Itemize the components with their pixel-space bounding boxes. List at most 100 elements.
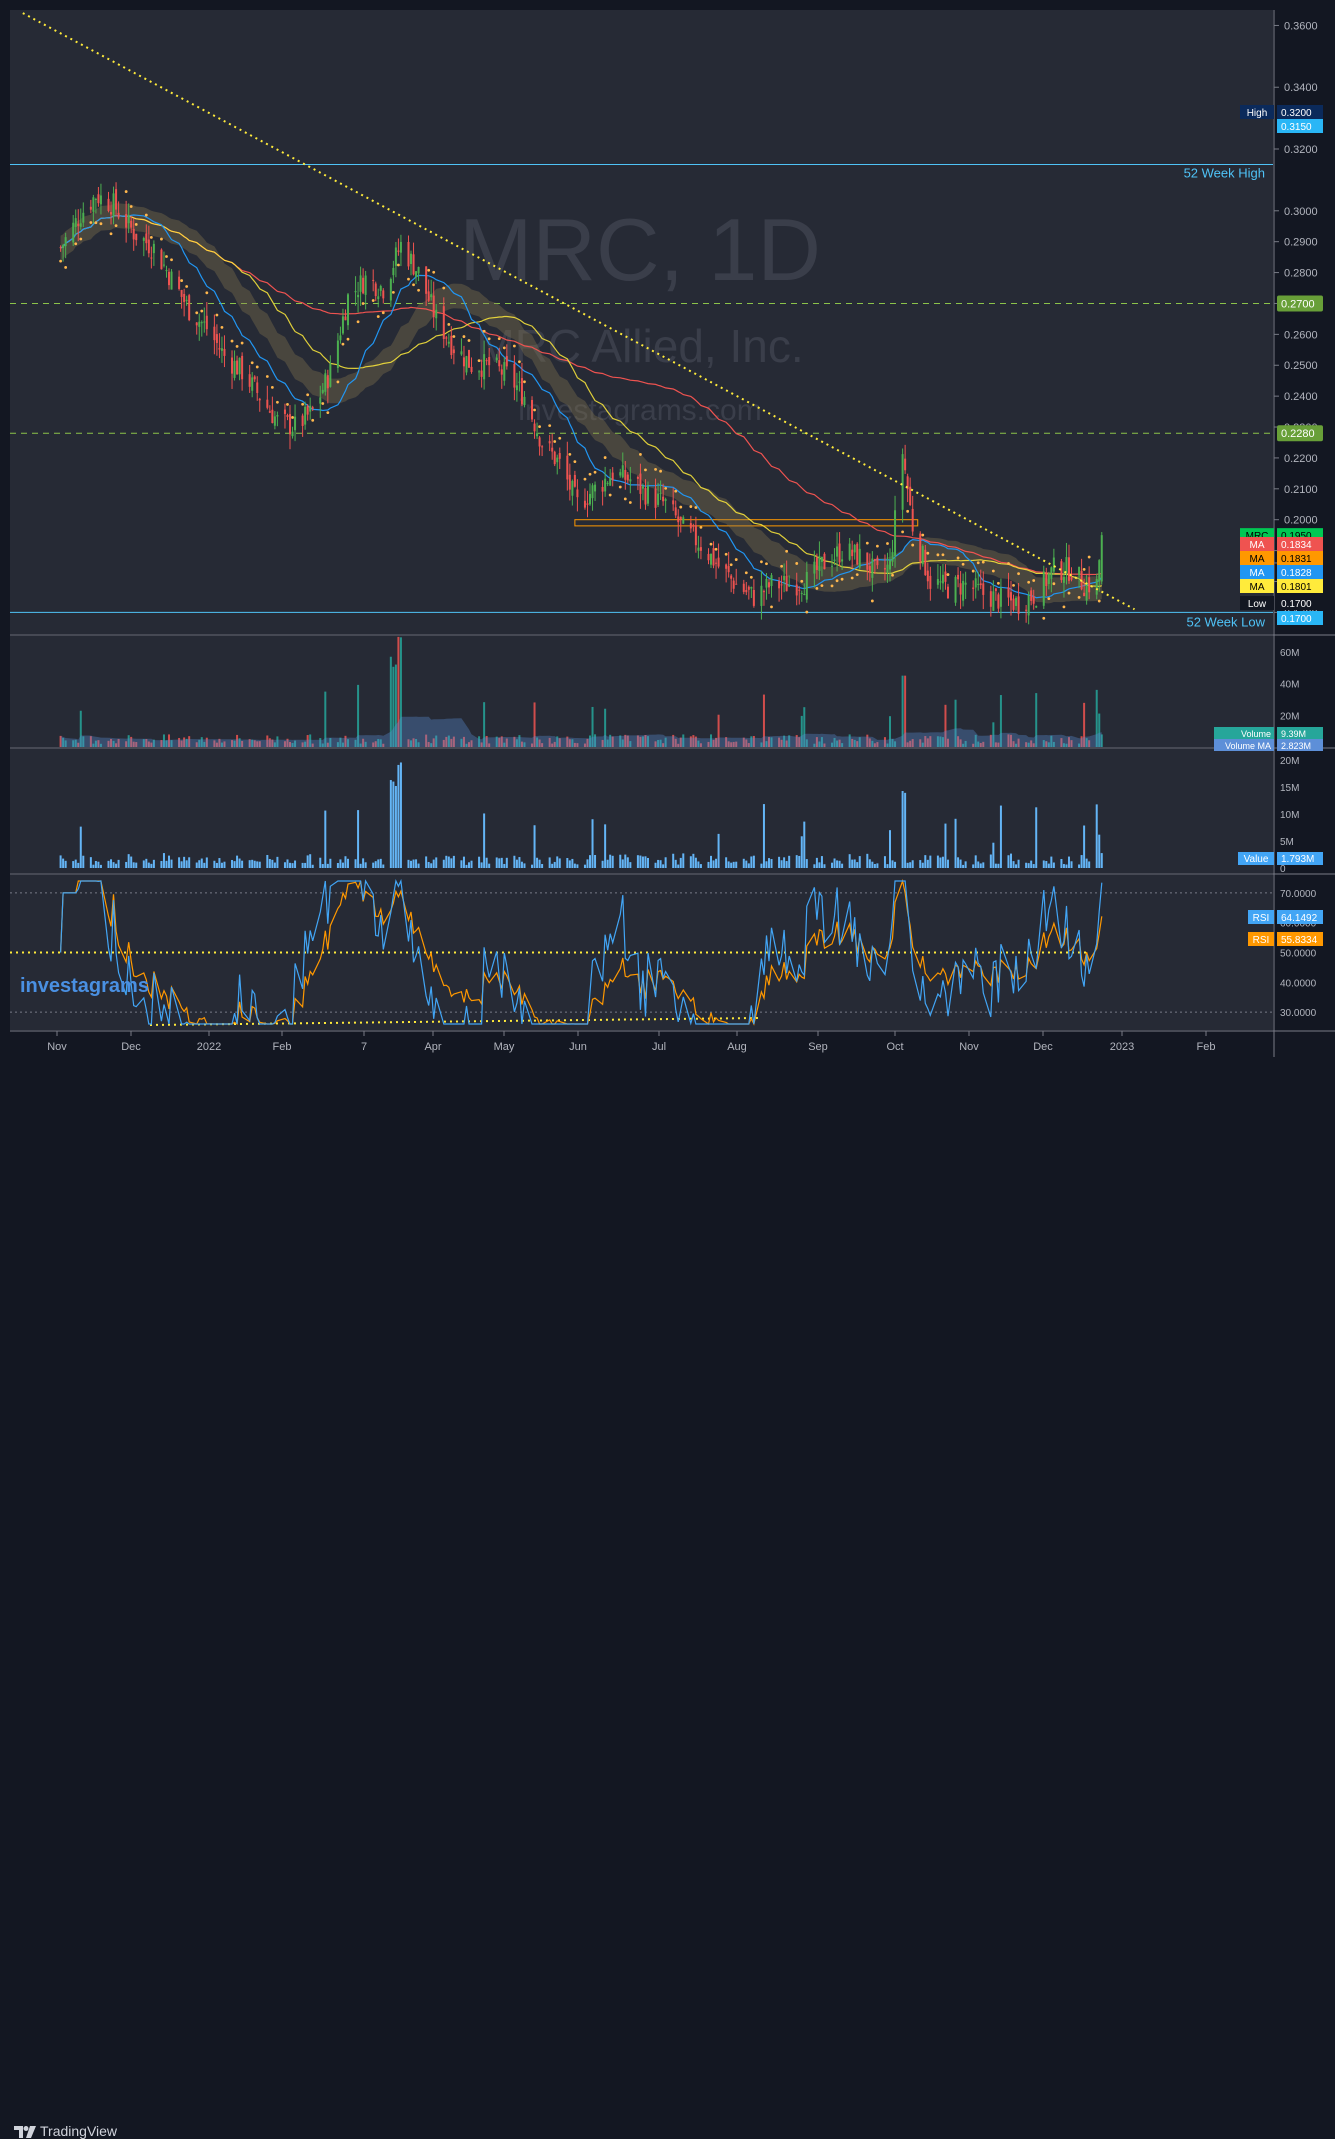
candle-body xyxy=(780,584,783,586)
x-tick-label: Oct xyxy=(886,1041,903,1053)
sar-dot xyxy=(941,553,945,557)
price-badge-value-text: 0.1700 xyxy=(1281,599,1312,610)
value-bar xyxy=(699,864,702,868)
candle-body xyxy=(644,488,647,505)
value-bar xyxy=(513,855,516,868)
candle-body xyxy=(1100,535,1103,582)
sar-dot xyxy=(553,440,557,443)
value-bar xyxy=(977,861,980,868)
value-bar xyxy=(604,824,607,868)
sar-dot xyxy=(901,530,905,534)
candle-body xyxy=(745,589,748,593)
price-tick-label: 0.2900 xyxy=(1284,237,1318,249)
candle-body xyxy=(127,214,130,224)
value-bar xyxy=(919,860,922,868)
value-bar xyxy=(220,862,223,868)
value-bar xyxy=(536,857,539,868)
chart-canvas[interactable]: MRC, 1DMRC Allied, Inc.investagrams.com0… xyxy=(0,0,1335,1057)
candle-body xyxy=(488,356,491,366)
value-bar xyxy=(662,864,665,868)
candle-body xyxy=(876,557,879,566)
candle-body xyxy=(536,433,539,437)
price-tick-label: 0.3400 xyxy=(1284,82,1318,94)
candle-body xyxy=(183,293,186,303)
candle-body xyxy=(339,335,342,341)
sar-dot xyxy=(114,224,118,228)
value-bar xyxy=(238,858,241,868)
value-bar xyxy=(1078,864,1081,868)
value-bar xyxy=(556,856,559,868)
candle-body xyxy=(894,510,897,556)
value-bar xyxy=(1032,864,1035,868)
tradingview-brand[interactable]: TradingView xyxy=(40,2123,117,2139)
value-bar xyxy=(750,856,753,868)
sar-dot xyxy=(926,551,930,555)
value-bar xyxy=(778,856,781,868)
value-bar xyxy=(795,855,798,868)
sar-dot xyxy=(628,501,632,504)
price-badge-5: MA 0.1828 xyxy=(1240,565,1323,579)
value-bar xyxy=(1025,862,1028,868)
x-tick-label: Sep xyxy=(808,1041,828,1053)
candle-body xyxy=(168,271,171,286)
sar-dot xyxy=(906,509,910,513)
candle-body xyxy=(62,245,65,249)
value-bar xyxy=(866,853,869,868)
value-bar xyxy=(178,857,181,868)
sar-dot xyxy=(447,323,451,326)
sar-dot xyxy=(467,339,471,342)
candle-body xyxy=(1065,557,1068,574)
value-bar xyxy=(629,862,632,868)
sar-dot xyxy=(1012,583,1015,587)
value-bar xyxy=(1010,853,1013,868)
value-bar xyxy=(730,862,733,868)
value-bar xyxy=(364,862,367,868)
candle-body xyxy=(858,548,861,568)
price-badge-tag-text: High xyxy=(1247,108,1268,119)
sar-dot xyxy=(744,571,748,575)
candle-body xyxy=(218,348,221,350)
sar-dot xyxy=(961,562,965,566)
candle-body xyxy=(1032,596,1035,604)
value-bar xyxy=(533,825,536,868)
candle-body xyxy=(478,371,481,373)
candle-body xyxy=(1095,578,1098,595)
value-bar xyxy=(291,863,294,868)
value-bar xyxy=(672,853,675,868)
price-badge-1: Low 0.1700 xyxy=(1240,596,1323,610)
value-bar xyxy=(289,862,292,868)
value-bar xyxy=(694,857,697,868)
candle-body xyxy=(752,589,755,606)
candle-body xyxy=(646,486,649,504)
value-bar xyxy=(62,858,65,868)
value-bar xyxy=(233,861,236,868)
volume-tick-label: 60M xyxy=(1280,648,1299,659)
value-bar xyxy=(904,792,907,868)
value-bar xyxy=(256,861,259,868)
sar-dot xyxy=(230,339,234,343)
candle-body xyxy=(372,279,375,281)
value-bar xyxy=(505,857,508,868)
candle-body xyxy=(944,571,947,582)
value-bar xyxy=(541,864,544,868)
candle-body xyxy=(589,493,592,505)
value-bar xyxy=(79,826,82,868)
value-bar xyxy=(306,855,309,868)
sar-dot xyxy=(270,385,274,389)
value-bar xyxy=(1007,855,1010,868)
x-tick-label: Apr xyxy=(424,1041,441,1053)
value-bar xyxy=(165,860,168,868)
sar-dot xyxy=(870,599,874,603)
sar-dot xyxy=(497,337,501,340)
candle-body xyxy=(707,553,710,561)
candle-body xyxy=(954,576,957,603)
candle-body xyxy=(178,276,181,289)
value-bar xyxy=(626,857,629,868)
value-bar xyxy=(397,764,400,868)
value-bar xyxy=(110,859,113,868)
candle-body xyxy=(689,523,692,529)
sar-dot xyxy=(603,456,607,459)
rsi-tick-label: 50.0000 xyxy=(1280,949,1317,960)
sar-dot xyxy=(795,562,799,565)
candle-body xyxy=(735,583,738,585)
